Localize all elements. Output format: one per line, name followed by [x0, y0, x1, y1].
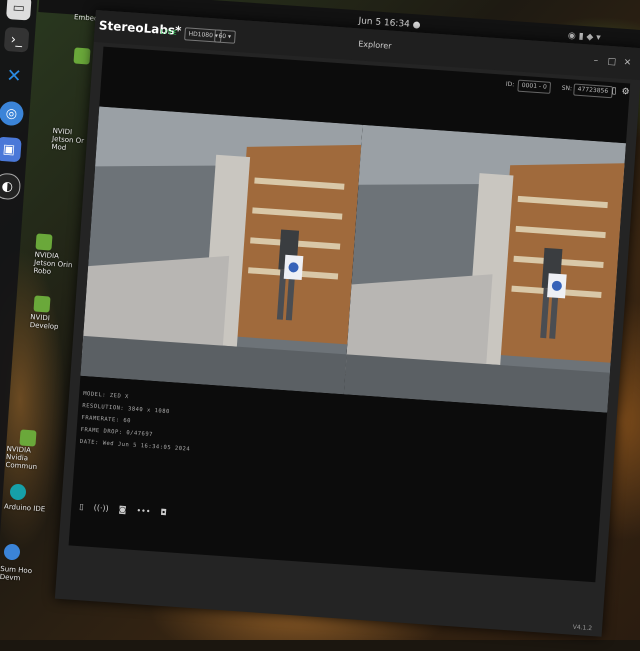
id-select[interactable]: 0001 - 0 [517, 79, 552, 94]
desktop-label-sum: Sum Hoo Devm [0, 564, 33, 583]
serial-label: SN: [561, 84, 573, 93]
minimize-button[interactable]: – [593, 56, 598, 66]
nvidia-robo-icon[interactable] [35, 233, 53, 251]
left-eye-image [80, 106, 363, 395]
stereo-view [80, 106, 626, 413]
obs-icon[interactable]: ◐ [0, 172, 22, 201]
close-button[interactable]: ✕ [623, 58, 631, 69]
explorer-window: StereoLabs* LIVE HD1080 ▾ 60 ▾ Explorer … [54, 10, 640, 637]
id-label: ID: [505, 80, 515, 89]
nvidia-commun-icon[interactable] [19, 429, 37, 447]
files-icon[interactable]: ▭ [6, 0, 32, 21]
live-badge: LIVE [160, 28, 178, 37]
desktop-label-jetson-orin: NVIDI Jetson Or Mod [51, 126, 85, 152]
nvidia-develop-icon[interactable] [33, 295, 51, 313]
settings-gear-icon[interactable]: ⚙ [621, 87, 630, 98]
camera-info-panel: MODEL: ZED X RESOLUTION: 3840 x 1080 FRA… [79, 388, 193, 456]
maximize-button[interactable]: □ [607, 57, 616, 68]
more-icon[interactable]: ••• [136, 506, 151, 516]
screenshot-icon[interactable]: ▣ [0, 136, 22, 163]
vscode-icon[interactable]: ✕ [1, 63, 27, 89]
desktop-label-commun: NVIDIA Nvidia Commun [5, 444, 38, 472]
terminal-icon[interactable]: ›_ [3, 26, 30, 53]
system-tray[interactable]: ◉ ▮ ◆ ▾ [568, 31, 601, 43]
right-eye-image [343, 124, 626, 413]
window-title: Explorer [357, 39, 392, 51]
version-label: V4.1.2 [572, 623, 593, 633]
fps-select[interactable]: 60 ▾ [214, 29, 236, 44]
record-icon[interactable]: ◙ [118, 505, 126, 515]
nvidia-app-icon[interactable] [73, 47, 91, 65]
chromium-icon[interactable]: ◎ [0, 100, 25, 127]
copy-icon[interactable]: ▯ [611, 86, 617, 96]
camera-icon[interactable]: ◘ [160, 508, 167, 517]
broadcast-icon[interactable]: ((·)) [93, 503, 109, 513]
file-icon[interactable]: ▯ [79, 502, 84, 511]
desktop-label-develop: NVIDI Develop [29, 313, 59, 331]
desktop-label-jetson-robo: NVIDIA Jetson Orin Robo [33, 250, 73, 276]
